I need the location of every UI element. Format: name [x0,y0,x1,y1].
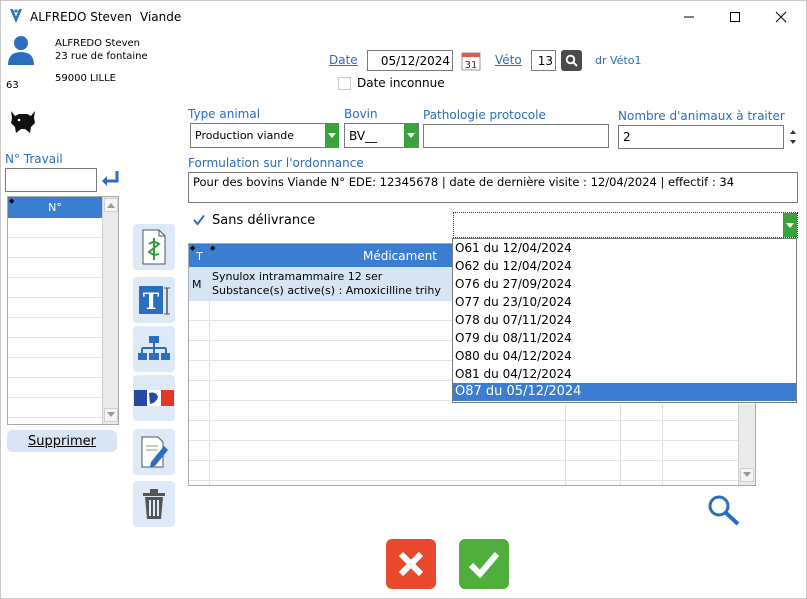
calendar-day: 31 [465,60,478,71]
edit-document-icon [141,436,168,468]
table-row[interactable]: M Synulox intramammaire 12 ser Substance… [189,267,453,301]
veto-search-button[interactable] [561,50,582,71]
ordonnance-dropdown-list: O61 du 12/04/2024 O62 du 12/04/2024 O76 … [452,238,797,403]
travail-rows [8,218,102,424]
ordonnance-select[interactable] [453,212,798,238]
magnifier-icon [708,495,740,526]
type-animal-value: Production viande [195,129,295,142]
dropdown-item-o78[interactable]: O78 du 07/11/2024 [453,311,796,329]
client-number: 63 [6,80,19,91]
travail-column-header[interactable]: N° [8,197,102,218]
caduceus-document-icon [142,229,166,265]
nombre-animaux-spinner[interactable] [788,127,798,147]
bovin-value: BV__ [349,128,378,143]
delete-button[interactable] [133,481,175,527]
checkmark-icon [468,552,500,579]
edit-button[interactable] [133,429,175,475]
window-title-name: ALFREDO Steven [30,10,133,24]
supprimer-button[interactable]: Supprimer [7,430,117,452]
formulation-value: Pour des bovins Viande N° EDE: 12345678 … [193,175,735,189]
nombre-animaux-label: Nombre d'animaux à traiter [618,109,785,123]
dropdown-item-o77[interactable]: O77 du 23/10/2024 [453,293,796,311]
supprimer-button-label: Supprimer [28,433,96,449]
travail-input[interactable] [5,168,97,192]
veto-label: Véto [495,53,522,67]
row-medicament-line2: Substance(s) active(s) : Amoxicilline tr… [212,284,441,297]
date-inconnue-checkbox[interactable] [338,77,351,90]
cancel-button[interactable] [386,539,436,589]
check-icon [193,214,205,226]
row-medicament-line1: Synulox intramammaire 12 ser [212,270,383,283]
scroll-down-arrow[interactable] [104,408,118,422]
republic-button[interactable] [133,375,175,421]
svg-text:T: T [143,289,160,315]
close-icon [398,551,424,577]
close-window-button[interactable] [758,4,804,30]
nombre-animaux-input[interactable]: 2 [618,125,784,149]
sort-icon: ◆ [9,197,15,205]
maximize-button[interactable] [712,4,758,30]
prescription-doc-button[interactable] [133,224,175,270]
travail-column-header-label: N° [48,201,62,214]
trash-icon [143,489,165,519]
veto-name: dr Véto1 [595,54,642,67]
travail-scrollbar[interactable] [102,197,118,424]
ordonnance-dropdown-arrow[interactable] [783,213,797,237]
type-animal-select[interactable]: Production viande [190,123,339,148]
col-medicament-label: Médicament [362,248,438,263]
type-animal-dropdown-arrow[interactable] [325,124,339,147]
bovin-label: Bovin [344,107,378,121]
minimize-button[interactable] [666,4,712,30]
sort-icon: ◆ [190,244,196,252]
travail-label: N° Travail [5,152,63,166]
type-animal-label: Type animal [188,107,261,121]
dropdown-item-o61[interactable]: O61 du 12/04/2024 [453,239,796,257]
formulation-label: Formulation sur l'ordonnance [188,156,364,170]
cow-icon [8,109,38,135]
client-name: ALFREDO Steven [55,38,141,49]
app-logo-icon [9,8,23,24]
sans-delivrance-checkbox[interactable] [192,213,206,227]
user-avatar-icon [5,34,37,66]
dropdown-item-o81[interactable]: O81 du 04/12/2024 [453,365,796,383]
client-city: 59000 LILLE [55,73,116,84]
zoom-search-button[interactable] [706,493,742,527]
date-inconnue-label: Date inconnue [357,76,445,90]
search-icon [565,54,578,67]
window-title-category: Viande [140,10,182,24]
dropdown-item-o76[interactable]: O76 du 27/09/2024 [453,275,796,293]
dropdown-item-o62[interactable]: O62 du 12/04/2024 [453,257,796,275]
enter-arrow-icon[interactable] [99,168,121,190]
marianne-flag-icon [134,390,174,406]
veto-field[interactable]: 13 [531,50,556,71]
col-t-label: T [196,250,203,263]
dropdown-item-o80[interactable]: O80 du 04/12/2024 [453,347,796,365]
date-field[interactable]: 05/12/2024 [367,50,453,71]
scroll-down-arrow[interactable] [740,468,754,482]
hierarchy-icon [138,336,170,360]
text-icon: T [139,286,170,315]
text-format-button[interactable]: T [133,277,175,323]
formulation-input[interactable]: Pour des bovins Viande N° EDE: 12345678 … [188,172,798,203]
dropdown-item-o79[interactable]: O79 du 08/11/2024 [453,329,796,347]
scroll-up-arrow[interactable] [104,198,118,212]
sans-delivrance-label: Sans délivrance [212,213,316,228]
row-type: M [192,278,202,291]
medicaments-scrollbar[interactable] [738,404,755,485]
validate-button[interactable] [459,539,509,589]
pathologie-label: Pathologie protocole [423,108,546,122]
hierarchy-button[interactable] [133,326,175,372]
client-address: 23 rue de fontaine [55,51,148,62]
date-label: Date [329,53,358,67]
travail-table: N° ◆ [7,196,119,425]
window-title: ALFREDO Steven Viande [30,10,181,24]
dropdown-item-o87[interactable]: O87 du 05/12/2024 [453,383,796,401]
bovin-dropdown-arrow[interactable] [404,124,418,147]
pathologie-input[interactable] [423,124,609,148]
calendar-icon[interactable]: 31 [461,50,481,71]
